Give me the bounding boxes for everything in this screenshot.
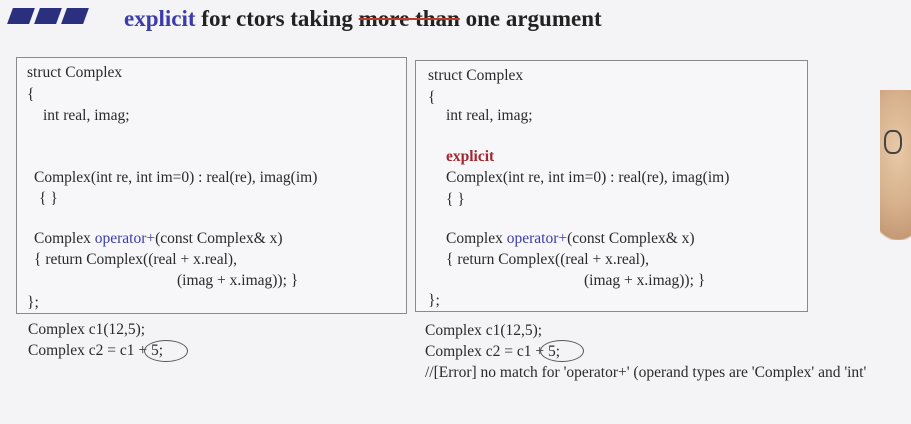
code-line: Complex(int re, int im=0) : real(re), im… [34, 169, 318, 186]
code-line: }; [428, 292, 440, 309]
highlight-circle [540, 340, 584, 362]
slide-title: explicit for ctors taking more than one … [124, 6, 602, 31]
code-panel-right: struct Complex { int real, imag; explici… [415, 60, 808, 312]
code-line: (imag + x.imag)); } [177, 272, 299, 289]
code-line: Complex operator+(const Complex& x) [446, 230, 695, 247]
code-line: Complex(int re, int im=0) : real(re), im… [446, 169, 730, 186]
code-line: struct Complex [27, 64, 123, 81]
usage-line: Complex c1(12,5); [28, 321, 146, 338]
title-struck-text: more than [358, 6, 460, 31]
code-line: int real, imag; [43, 107, 130, 124]
code-line: (imag + x.imag)); } [584, 272, 706, 289]
code-line: struct Complex [428, 67, 524, 84]
code-line: }; [27, 294, 39, 311]
code-line: { [428, 89, 436, 106]
slide-header: explicit for ctors taking more than one … [0, 0, 911, 46]
title-keyword: explicit [124, 6, 196, 31]
code-line: { } [446, 191, 465, 208]
error-message: //[Error] no match for 'operator+' (oper… [425, 364, 867, 381]
highlight-circle [144, 340, 188, 362]
usage-line: Complex c2 = c1 + 5; [28, 342, 164, 359]
code-line: { [27, 86, 35, 103]
code-line: { return Complex((real + x.real), [34, 251, 237, 268]
usage-line: Complex c1(12,5); [425, 322, 543, 339]
code-line: { return Complex((real + x.real), [446, 251, 649, 268]
operator-keyword: operator+ [506, 230, 568, 247]
code-line: { } [39, 190, 58, 207]
explicit-keyword: explicit [446, 148, 495, 165]
operator-keyword: operator+ [94, 230, 156, 247]
code-panel-left: struct Complex { int real, imag; Complex… [16, 57, 407, 314]
code-line: Complex operator+(const Complex& x) [34, 230, 283, 247]
presenter-image [880, 90, 911, 240]
presenter-glasses-icon [884, 130, 902, 154]
code-line: int real, imag; [446, 107, 533, 124]
